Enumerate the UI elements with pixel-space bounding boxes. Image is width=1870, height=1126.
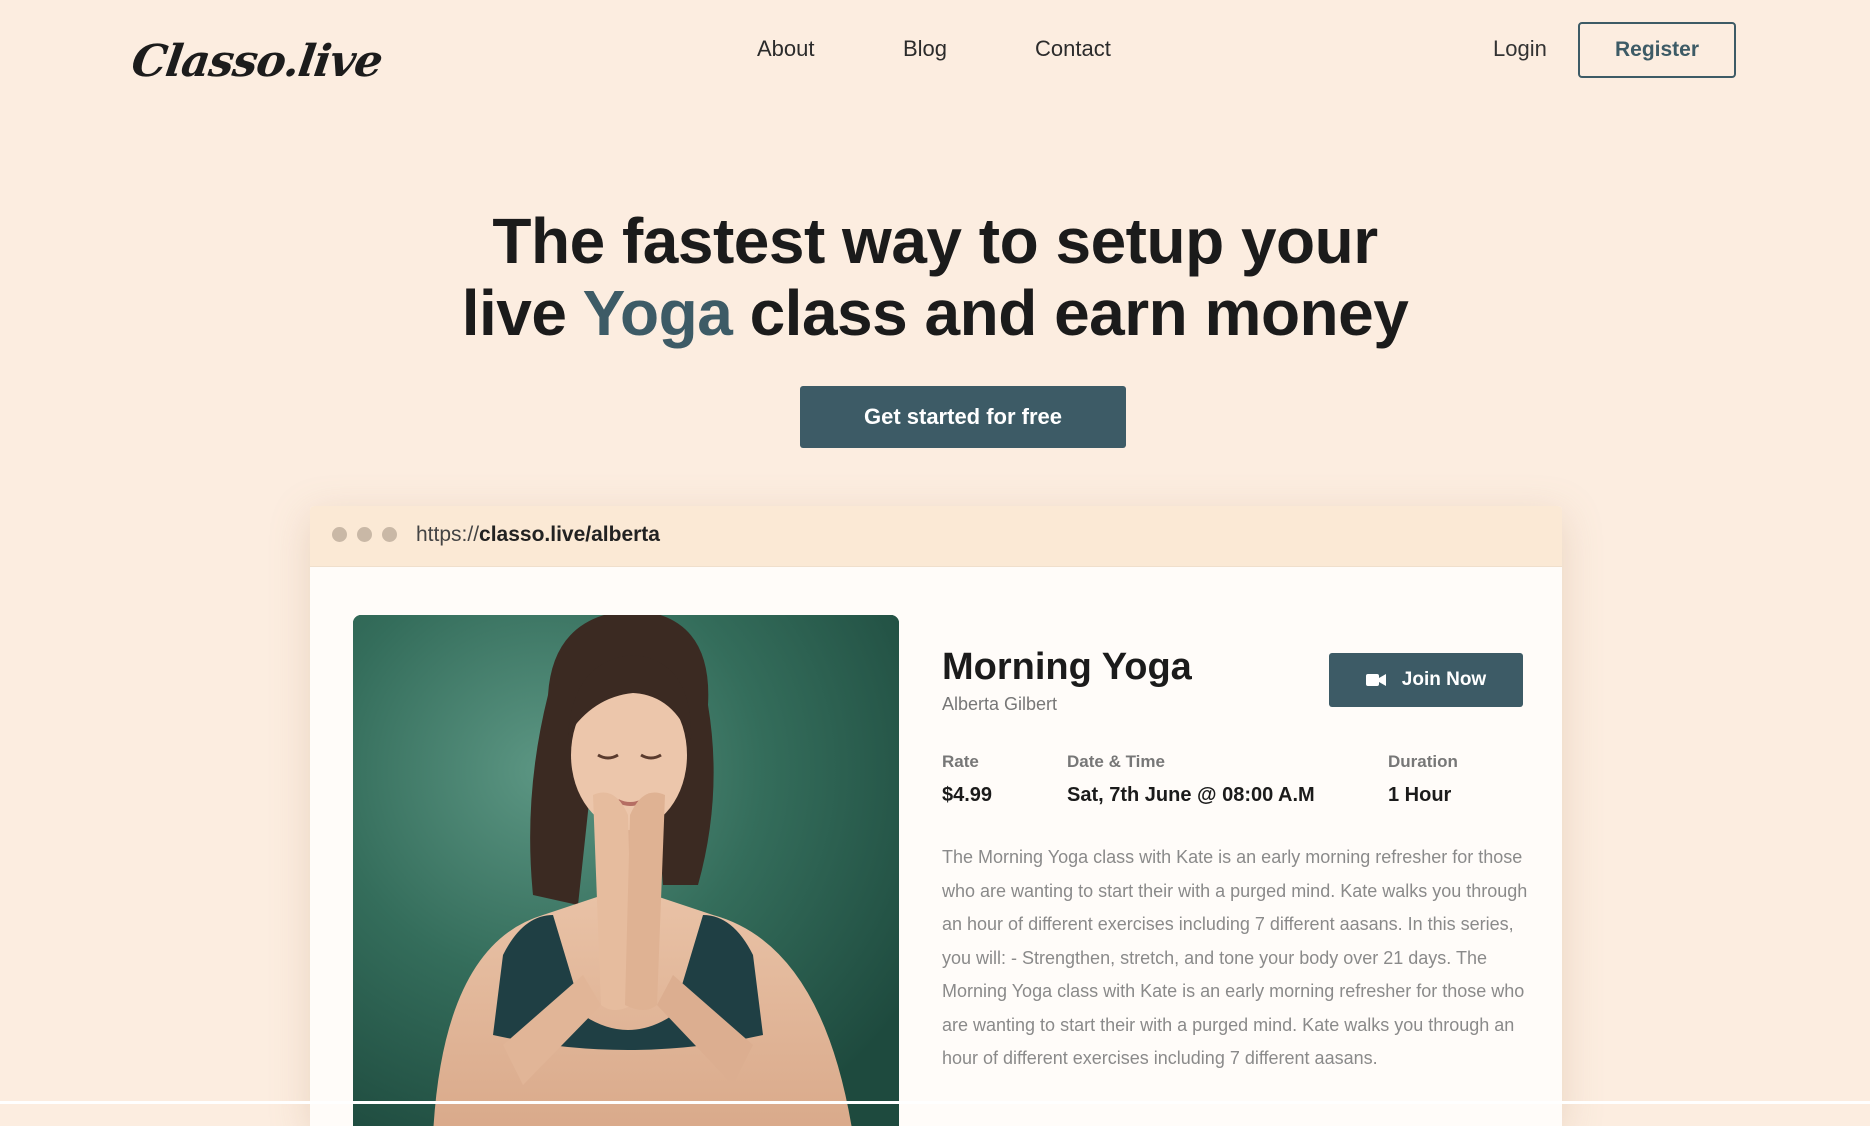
url-protocol: https:// [416,523,480,546]
duration-label: Duration [1388,752,1458,771]
browser-preview: https://classo.live/alberta Morning Yoga… [310,506,1562,1126]
login-link[interactable]: Login [1493,36,1547,62]
nav-blog[interactable]: Blog [903,36,947,62]
browser-url[interactable]: https://classo.live/alberta [416,523,660,547]
hero-title-line1: The fastest way to setup your [492,205,1378,277]
rate-value: $4.99 [942,784,993,806]
get-started-button[interactable]: Get started for free [800,386,1126,448]
nav-contact[interactable]: Contact [1035,36,1111,62]
hero-title: The fastest way to setup your live Yoga … [0,205,1870,349]
url-path: classo.live/alberta [479,523,660,546]
duration-value: 1 Hour [1388,784,1452,806]
nav-about[interactable]: About [757,36,815,62]
datetime-value: Sat, 7th June @ 08:00 A.M [1067,784,1315,806]
register-button[interactable]: Register [1578,22,1736,78]
instructor-photo [353,615,899,1126]
hero-title-line2-start: live [461,277,583,349]
join-now-button[interactable]: Join Now [1329,653,1523,707]
browser-address-bar: https://classo.live/alberta [310,506,1562,567]
window-dot-icon [357,527,372,542]
yoga-woman-illustration [353,615,899,1126]
class-title: Morning Yoga [942,646,1192,688]
video-camera-icon [1365,674,1386,686]
hero-title-line2-end: class and earn money [732,277,1409,349]
window-dot-icon [332,527,347,542]
join-now-label: Join Now [1401,669,1487,690]
rate-label: Rate [942,752,979,771]
class-instructor: Alberta Gilbert [942,694,1058,714]
window-dot-icon [382,527,397,542]
class-description: The Morning Yoga class with Kate is an e… [942,847,1528,1068]
hero-title-accent: Yoga [582,277,733,349]
datetime-label: Date & Time [1067,752,1165,771]
